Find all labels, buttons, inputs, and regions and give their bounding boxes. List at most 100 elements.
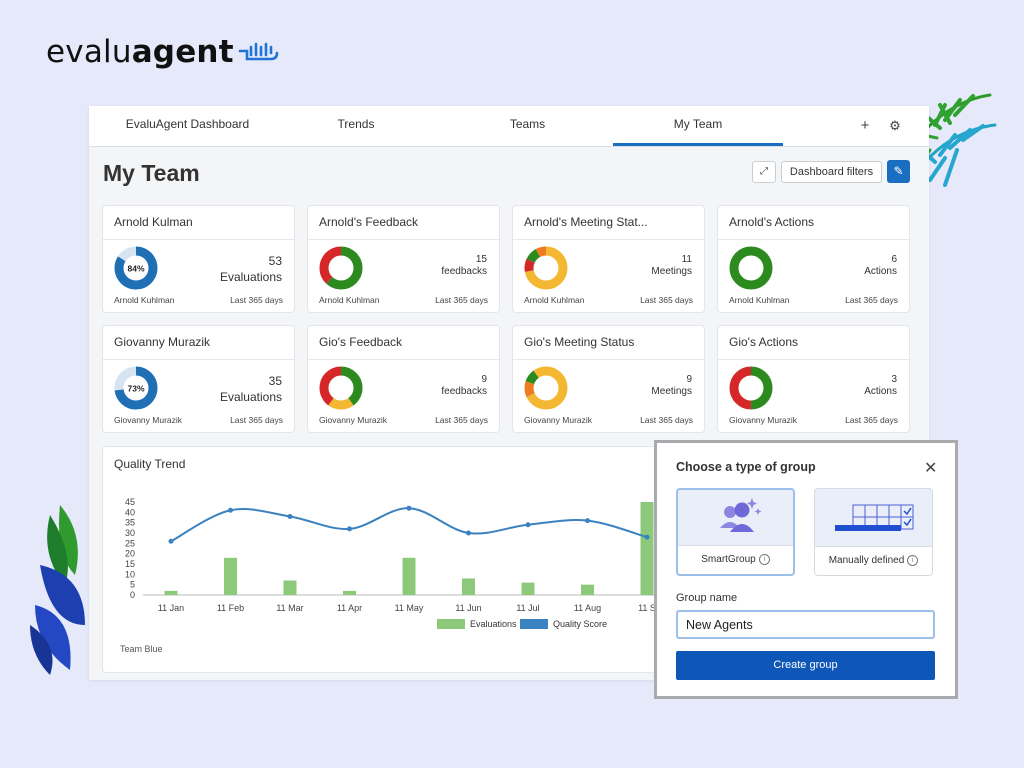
card-person: Giovanny Murazik bbox=[114, 415, 183, 425]
metric-card[interactable]: Arnold Kulman 84% 53 Evaluations Arnold Kuhl… bbox=[103, 206, 294, 312]
donut-chart bbox=[319, 246, 363, 290]
point-quality-score bbox=[406, 505, 412, 511]
legend-label-quality-score: Quality Score bbox=[553, 619, 607, 629]
card-title: Arnold's Feedback bbox=[319, 215, 419, 229]
smartgroup-label: SmartGroup i bbox=[678, 545, 793, 574]
tab-trends[interactable]: Trends bbox=[286, 106, 426, 146]
metric-unit: Evaluations bbox=[219, 270, 282, 284]
manually-defined-option[interactable]: Manually defined i bbox=[814, 488, 933, 576]
donut-segment bbox=[729, 246, 773, 290]
add-tab-icon[interactable]: + bbox=[855, 116, 875, 136]
metric-card[interactable]: Gio's Meeting Status 9 Meetings Giovanny Mu… bbox=[513, 326, 704, 432]
info-icon[interactable]: i bbox=[907, 554, 919, 566]
card-period: Last 365 days bbox=[435, 415, 488, 425]
expand-button[interactable]: ⤢ bbox=[752, 161, 776, 183]
decorative-leaves-left bbox=[30, 505, 85, 675]
point-quality-score bbox=[168, 538, 174, 544]
gear-icon[interactable]: ⚙ bbox=[885, 116, 905, 136]
card-period: Last 365 days bbox=[845, 415, 898, 425]
x-tick-label: 11 Mar bbox=[276, 603, 303, 613]
create-group-button[interactable]: Create group bbox=[676, 651, 935, 680]
x-tick-label: 11 Jan bbox=[158, 603, 184, 613]
card-person: Giovanny Murazik bbox=[729, 415, 798, 425]
metric-card[interactable]: Gio's Feedback 9 feedbacks Giovanny Murazik… bbox=[308, 326, 499, 432]
y-tick-label: 20 bbox=[125, 549, 135, 559]
y-tick-label: 35 bbox=[125, 518, 135, 528]
card-metric: 35 Evaluations bbox=[220, 373, 282, 405]
metric-card[interactable]: Arnold's Actions 6 Actions Arnold Kuhlman La… bbox=[718, 206, 909, 312]
metric-card[interactable]: Arnold's Feedback 15 feedbacks Arnold Kuhlm… bbox=[308, 206, 499, 312]
y-tick-label: 40 bbox=[125, 507, 135, 517]
card-metric: 53 Evaluations bbox=[220, 253, 282, 285]
metric-card[interactable]: Giovanny Murazik 73% 35 Evaluations Giovanny… bbox=[103, 326, 294, 432]
metric-unit: Actions bbox=[864, 386, 897, 397]
edit-button[interactable]: ✎ bbox=[887, 160, 910, 183]
legend-label-evaluations: Evaluations bbox=[470, 619, 517, 629]
manually-defined-label: Manually defined i bbox=[815, 546, 932, 575]
donut-chart: 84% bbox=[114, 246, 158, 290]
bar-evaluations bbox=[521, 582, 535, 595]
dialog-title: Choose a type of group bbox=[676, 460, 816, 474]
tab-evaluagent-dashboard[interactable]: EvaluAgent Dashboard bbox=[89, 106, 286, 146]
brand-name-bold: agent bbox=[131, 34, 234, 70]
card-title: Giovanny Murazik bbox=[114, 335, 211, 349]
x-tick-label: 11 Jul bbox=[516, 603, 539, 613]
bar-evaluations bbox=[283, 580, 297, 595]
card-title: Arnold's Actions bbox=[729, 215, 815, 229]
point-quality-score bbox=[228, 507, 233, 513]
metric-value: 3 bbox=[891, 374, 897, 385]
tab-my-team[interactable]: My Team bbox=[613, 106, 783, 146]
card-metric: 6 Actions bbox=[864, 254, 897, 278]
card-period: Last 365 days bbox=[230, 295, 283, 305]
metric-value: 9 bbox=[686, 374, 692, 385]
point-quality-score bbox=[644, 534, 650, 540]
chart-footer: Team Blue bbox=[120, 644, 163, 654]
group-name-input[interactable] bbox=[676, 610, 935, 639]
donut-chart: 73% bbox=[114, 366, 158, 410]
card-metric: 9 Meetings bbox=[651, 374, 692, 398]
y-tick-label: 25 bbox=[125, 538, 135, 548]
metric-unit: Meetings bbox=[651, 266, 692, 277]
expand-icon: ⤢ bbox=[760, 166, 768, 177]
card-title: Gio's Feedback bbox=[319, 335, 402, 349]
point-quality-score bbox=[525, 522, 531, 528]
metric-card[interactable]: Gio's Actions 3 Actions Giovanny Murazik Las… bbox=[718, 326, 909, 432]
card-person: Arnold Kuhlman bbox=[114, 295, 175, 305]
page-title: My Team bbox=[103, 160, 200, 186]
line-quality-score bbox=[170, 507, 648, 543]
metric-unit: Meetings bbox=[651, 386, 692, 397]
close-icon[interactable]: ✕ bbox=[924, 458, 937, 478]
bar-evaluations bbox=[640, 502, 654, 595]
bar-evaluations bbox=[581, 584, 594, 595]
metric-card[interactable]: Arnold's Meeting Stat... 11 Meetings Arnold… bbox=[513, 206, 704, 312]
dashboard-filters-button[interactable]: Dashboard filters bbox=[781, 161, 882, 183]
y-tick-label: 5 bbox=[130, 580, 135, 590]
card-metric: 11 Meetings bbox=[651, 254, 692, 278]
brand-logo: evaluagent bbox=[46, 34, 279, 70]
tab-teams[interactable]: Teams bbox=[456, 106, 599, 146]
point-quality-score bbox=[466, 530, 471, 536]
choose-group-dialog: Choose a type of group ✕ SmartGroup i Man… bbox=[654, 440, 958, 699]
metric-value: 35 bbox=[268, 374, 282, 388]
y-tick-label: 15 bbox=[125, 559, 135, 569]
smartgroup-people-icon bbox=[720, 498, 762, 532]
point-quality-score bbox=[347, 526, 352, 532]
point-quality-score bbox=[585, 518, 590, 524]
card-metric: 9 feedbacks bbox=[441, 374, 487, 398]
card-period: Last 365 days bbox=[640, 295, 693, 305]
legend-swatch-evaluations bbox=[437, 619, 465, 629]
legend-swatch-quality-score bbox=[520, 619, 548, 629]
x-tick-label: 11 Jun bbox=[455, 603, 481, 613]
bar-evaluations bbox=[462, 578, 475, 595]
smartgroup-option[interactable]: SmartGroup i bbox=[676, 488, 795, 576]
y-tick-label: 0 bbox=[130, 590, 135, 600]
card-period: Last 365 days bbox=[435, 295, 488, 305]
bar-evaluations bbox=[224, 557, 237, 595]
metric-unit: feedbacks bbox=[441, 386, 487, 397]
donut-chart bbox=[319, 366, 363, 410]
info-icon[interactable]: i bbox=[758, 553, 770, 565]
metric-value: 11 bbox=[681, 254, 692, 265]
card-title: Arnold's Meeting Stat... bbox=[524, 215, 648, 229]
y-tick-label: 10 bbox=[125, 569, 135, 579]
donut-chart bbox=[524, 366, 568, 410]
